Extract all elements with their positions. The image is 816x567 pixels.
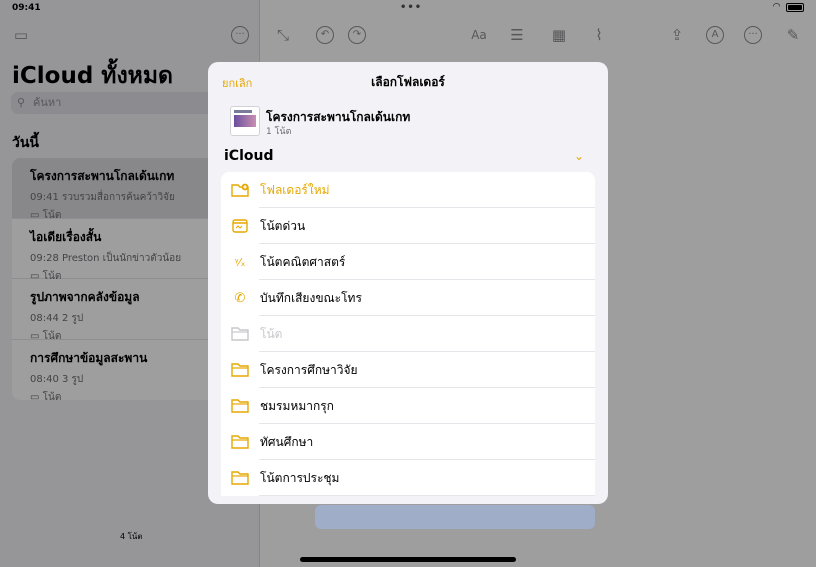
folder-list: โฟลเดอร์ใหม่ โน้ตด่วน ᵞ⁄ₓ โน้ตคณิตศาสตร์… (221, 172, 595, 496)
chevron-down-icon[interactable]: ⌄ (574, 149, 584, 163)
folder-row-field-trip[interactable]: ทัศนศึกษา (221, 424, 595, 460)
folder-picker-sheet: ยกเลิก เลือกโฟลเดอร์ โครงการสะพานโกลเด้น… (208, 62, 608, 504)
math-icon: ᵞ⁄ₓ (234, 255, 246, 269)
folder-icon (231, 361, 249, 379)
quick-note-icon (231, 217, 249, 235)
folder-label: โน้ตคณิตศาสตร์ (260, 254, 346, 269)
folder-label: บันทึกเสียงขณะโทร (260, 290, 362, 305)
folder-icon (231, 469, 249, 487)
folder-label: โน้ตด่วน (260, 218, 306, 233)
folder-label: โครงการศึกษาวิจัย (260, 362, 358, 377)
folder-row-quick-notes[interactable]: โน้ตด่วน (221, 208, 595, 244)
folder-row-chess-club[interactable]: ชมรมหมากรุก (221, 388, 595, 424)
selected-note-count: 1 โน้ต (266, 127, 292, 137)
folder-icon (231, 433, 249, 451)
folder-row-meeting-notes[interactable]: โน้ตการประชุม (221, 460, 595, 496)
folder-row-research[interactable]: โครงการศึกษาวิจัย (221, 352, 595, 388)
new-folder-button[interactable]: โฟลเดอร์ใหม่ (221, 172, 595, 208)
sheet-title: เลือกโฟลเดอร์ (371, 75, 445, 89)
note-preview-thumbnail (230, 106, 260, 136)
folder-label: โฟลเดอร์ใหม่ (260, 182, 330, 197)
folder-row-math-notes[interactable]: ᵞ⁄ₓ โน้ตคณิตศาสตร์ (221, 244, 595, 280)
folder-label: โน้ตการประชุม (260, 470, 340, 485)
folder-icon (231, 397, 249, 415)
home-indicator[interactable] (300, 557, 516, 562)
drawing-stroke (315, 505, 595, 529)
phone-icon: ✆ (234, 290, 246, 306)
folder-label: ทัศนศึกษา (260, 434, 314, 449)
folder-label: โน้ต (260, 326, 283, 341)
new-folder-icon (231, 181, 249, 199)
folder-row-notes: โน้ต (221, 316, 595, 352)
folder-row-call-recordings[interactable]: ✆ บันทึกเสียงขณะโทร (221, 280, 595, 316)
folder-icon (231, 325, 249, 343)
account-header: iCloud (224, 148, 274, 164)
folder-label: ชมรมหมากรุก (260, 398, 334, 413)
